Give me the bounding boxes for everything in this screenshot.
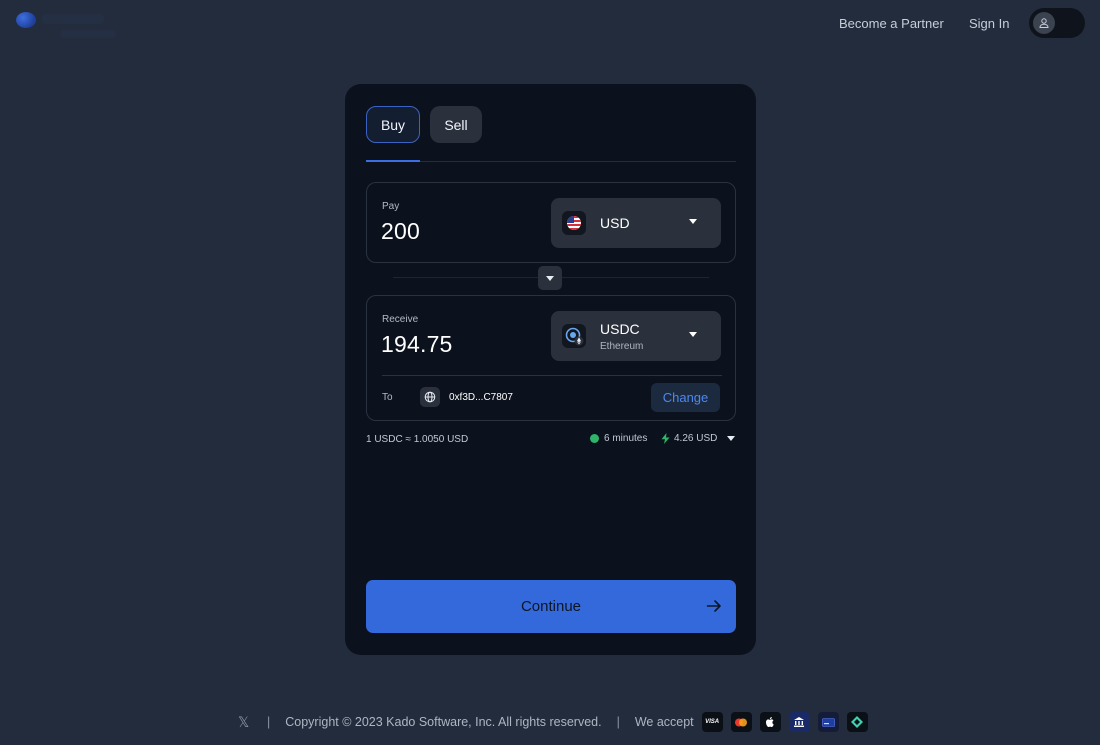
pay-currency-select[interactable]: USD: [551, 198, 721, 248]
logo-tagline: [60, 30, 116, 38]
eta-text: 6 minutes: [604, 433, 648, 444]
continue-button[interactable]: Continue: [366, 580, 736, 633]
chevron-down-icon: [689, 219, 697, 224]
change-address-button[interactable]: Change: [651, 383, 720, 412]
continue-label: Continue: [520, 598, 582, 615]
sign-in-link[interactable]: Sign In: [969, 16, 1009, 31]
copyright-text: Copyright © 2023 Kado Software, Inc. All…: [285, 715, 602, 729]
swap-direction-button[interactable]: [538, 266, 562, 290]
destination-label: To: [382, 392, 393, 403]
chevron-down-icon: [689, 332, 697, 337]
brand-logo[interactable]: [14, 10, 116, 40]
arrow-right-icon: [706, 600, 721, 612]
x-twitter-icon[interactable]: 𝕏: [238, 714, 252, 731]
us-flag-icon: [562, 211, 586, 235]
active-tab-indicator: [366, 160, 420, 162]
fee-text: 4.26 USD: [674, 433, 718, 444]
logo-mark-icon: [16, 12, 36, 28]
user-icon: [1033, 12, 1055, 34]
chevron-down-icon[interactable]: [727, 436, 735, 441]
payment-methods: VISA: [701, 712, 868, 732]
account-menu-button[interactable]: [1029, 8, 1085, 38]
pay-currency-code: USD: [600, 215, 630, 231]
mastercard-icon: [730, 712, 752, 732]
footer: 𝕏 | Copyright © 2023 Kado Software, Inc.…: [238, 712, 868, 732]
become-partner-link[interactable]: Become a Partner: [839, 16, 944, 31]
debit-card-icon: [817, 712, 839, 732]
pay-label: Pay: [382, 201, 400, 212]
pay-amount-input[interactable]: 200: [381, 218, 420, 245]
exchange-rate: 1 USDC ≈ 1.0050 USD: [366, 434, 469, 445]
tab-buy[interactable]: Buy: [366, 106, 420, 143]
receive-currency-code: USDC: [600, 321, 640, 337]
usdc-icon: [562, 324, 586, 348]
footer-separator: |: [616, 715, 620, 729]
diamond-icon: [846, 712, 868, 732]
bank-icon: [788, 712, 810, 732]
wallet-address: 0xf3D...C7807: [449, 392, 513, 403]
visa-icon: VISA: [701, 712, 723, 732]
clock-icon: [590, 434, 599, 443]
chevron-down-icon: [546, 275, 554, 281]
tab-sell[interactable]: Sell: [430, 106, 482, 143]
apple-pay-icon: [759, 712, 781, 732]
receive-panel: Receive 194.75 USDC Ethereum To 0xf3D...…: [366, 295, 736, 421]
globe-icon: [420, 387, 440, 407]
tab-divider: [366, 161, 736, 162]
receive-amount: 194.75: [381, 331, 453, 357]
receive-label: Receive: [382, 314, 419, 325]
eta-indicator: 6 minutes: [590, 433, 647, 444]
footer-separator: |: [267, 715, 271, 729]
we-accept-label: We accept: [634, 715, 694, 729]
lightning-icon: [661, 433, 670, 444]
swap-card: Buy Sell Pay 200 USD Receive 194.75 USDC…: [345, 84, 756, 655]
fee-summary-toggle[interactable]: 4.26 USD: [661, 433, 717, 444]
receive-network-name: Ethereum: [600, 341, 644, 352]
logo-wordmark: [42, 14, 104, 24]
receive-divider: [382, 375, 722, 376]
receive-currency-select[interactable]: USDC Ethereum: [551, 311, 721, 361]
pay-panel: Pay 200 USD: [366, 182, 736, 263]
